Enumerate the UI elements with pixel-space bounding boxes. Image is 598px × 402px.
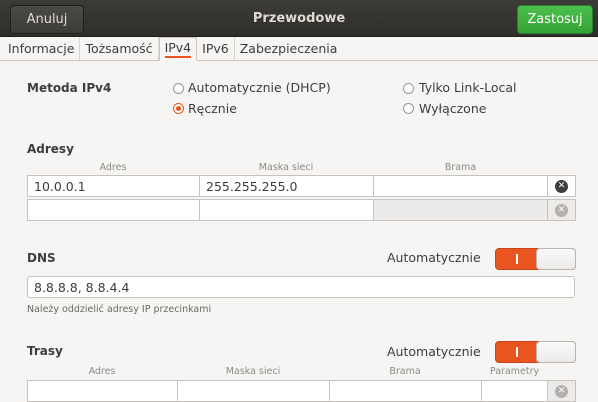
column-header-gateway: Brama — [389, 366, 421, 377]
route-metric-field[interactable] — [482, 381, 547, 401]
dns-servers-input[interactable]: 8.8.8.8, 8.8.4.4 — [27, 276, 575, 298]
gateway-field[interactable] — [374, 200, 547, 220]
route-netmask-field[interactable] — [178, 381, 330, 401]
routes-auto-switch[interactable] — [495, 341, 576, 363]
column-header-address: Adres — [99, 162, 127, 173]
route-address-field[interactable] — [28, 381, 178, 401]
address-field[interactable] — [28, 200, 200, 220]
column-header-gateway: Brama — [444, 162, 477, 173]
routes-label: Trasy — [27, 344, 63, 358]
radio-dhcp-label[interactable]: Automatycznie (DHCP) — [188, 80, 331, 95]
radio-link-local[interactable] — [403, 83, 414, 94]
address-row: 10.0.0.1 255.255.255.0 — [27, 175, 548, 197]
header-bar: Anuluj Przewodowe Zastosuj — [0, 0, 598, 37]
gateway-field[interactable] — [374, 176, 547, 196]
radio-dhcp[interactable] — [173, 83, 184, 94]
tab-tozsamosc[interactable]: Tożsamość — [80, 37, 159, 60]
delete-zone: ✕ — [548, 199, 576, 221]
column-header-metric: Parametry — [489, 366, 540, 377]
routes-auto-label: Automatycznie — [387, 344, 481, 359]
tab-ipv6[interactable]: IPv6 — [197, 37, 235, 60]
address-field[interactable]: 10.0.0.1 — [28, 176, 200, 196]
delete-zone: ✕ — [548, 380, 576, 402]
tab-informacje[interactable]: Informacje — [3, 37, 81, 60]
route-row — [27, 380, 548, 402]
ipv4-settings-panel: Metoda IPv4 Automatycznie (DHCP) Ręcznie… — [0, 62, 598, 402]
switch-knob — [536, 341, 576, 363]
dns-label: DNS — [27, 251, 56, 265]
column-header-netmask: Maska sieci — [225, 366, 281, 377]
tab-label: Informacje — [8, 41, 75, 56]
addresses-label: Adresy — [27, 142, 74, 156]
route-gateway-field[interactable] — [330, 381, 482, 401]
radio-link-local-label[interactable]: Tylko Link-Local — [419, 80, 516, 95]
tab-label: Zabezpieczenia — [239, 41, 338, 56]
radio-disabled[interactable] — [403, 103, 414, 114]
dns-hint: Należy oddzielić adresy IP przecinkami — [27, 304, 212, 315]
delete-row-icon: ✕ — [555, 203, 568, 217]
tab-ipv4[interactable]: IPv4 — [158, 37, 198, 61]
apply-button[interactable]: Zastosuj — [517, 5, 593, 34]
tab-zabezpieczenia[interactable]: Zabezpieczenia — [235, 37, 343, 60]
column-header-address: Adres — [88, 366, 116, 377]
dialog-title: Przewodowe — [252, 11, 346, 26]
address-row — [27, 199, 548, 221]
switch-on-mark — [516, 254, 518, 264]
radio-manual[interactable] — [173, 103, 184, 114]
dns-auto-label: Automatycznie — [387, 250, 481, 265]
switch-knob — [536, 248, 576, 270]
tab-label: Tożsamość — [85, 41, 153, 56]
dns-auto-switch[interactable] — [495, 248, 576, 270]
tab-label: IPv4 — [164, 40, 192, 58]
switch-on-mark — [516, 347, 518, 357]
delete-row-icon: ✕ — [555, 384, 568, 398]
radio-manual-label[interactable]: Ręcznie — [188, 101, 237, 116]
netmask-field[interactable] — [200, 200, 374, 220]
netmask-field[interactable]: 255.255.255.0 — [200, 176, 374, 196]
tab-label: IPv6 — [202, 41, 229, 56]
delete-zone: ✕ — [548, 175, 576, 197]
column-header-netmask: Maska sieci — [258, 162, 314, 173]
method-label: Metoda IPv4 — [27, 81, 112, 95]
delete-row-icon[interactable]: ✕ — [555, 179, 568, 193]
radio-disabled-label[interactable]: Wyłączone — [419, 101, 486, 116]
tab-bar: Informacje Tożsamość IPv4 IPv6 Zabezpiec… — [0, 37, 598, 61]
